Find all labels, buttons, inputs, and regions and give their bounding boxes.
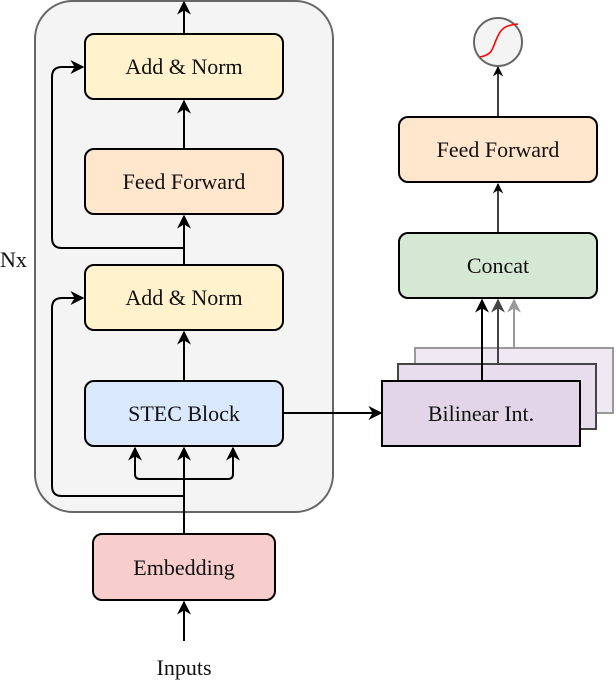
architecture-diagram: Nx Add & Norm Feed Forward Add & Norm ST… <box>0 0 614 680</box>
repeat-label: Nx <box>0 247 27 272</box>
inputs-label: Inputs <box>157 655 212 680</box>
concat-label: Concat <box>467 253 529 278</box>
add-norm-top-label: Add & Norm <box>125 54 242 79</box>
feed-forward-label: Feed Forward <box>123 169 246 194</box>
head-feed-forward-label: Feed Forward <box>437 137 560 162</box>
add-norm-bottom-label: Add & Norm <box>125 285 242 310</box>
embedding-label: Embedding <box>133 555 234 580</box>
sigmoid-icon <box>473 17 523 67</box>
bilinear-label: Bilinear Int. <box>428 401 534 426</box>
stec-block-label: STEC Block <box>128 401 240 426</box>
